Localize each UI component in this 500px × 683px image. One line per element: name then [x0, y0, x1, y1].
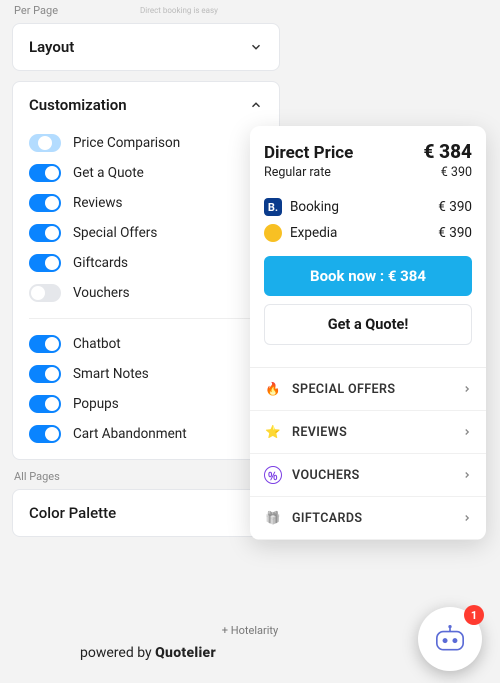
- toggle-row: Vouchers: [13, 278, 279, 308]
- regular-rate-value: € 390: [441, 165, 472, 180]
- feature-row[interactable]: 🎁 GIFTCARDS: [250, 497, 486, 540]
- feature-label: GIFTCARDS: [292, 511, 362, 526]
- preview-widget: Direct Price € 384 Regular rate € 390 B.…: [250, 126, 486, 540]
- ota-price: € 390: [438, 199, 472, 215]
- toggle-label: Popups: [73, 396, 119, 412]
- toggle-switch[interactable]: [29, 164, 61, 182]
- ota-name: Expedia: [290, 225, 337, 241]
- feature-icon: 🎁: [264, 509, 282, 527]
- toggle-label: Reviews: [73, 195, 123, 211]
- toggle-label: Chatbot: [73, 336, 121, 352]
- ota-name: Booking: [290, 199, 339, 215]
- powered-pre: powered by: [80, 645, 155, 661]
- direct-price-value: € 384: [423, 140, 472, 163]
- bot-icon: [433, 625, 467, 653]
- feature-icon: 🔥: [264, 380, 282, 398]
- chevron-up-icon: [249, 98, 263, 112]
- book-now-button[interactable]: Book now : € 384: [264, 256, 472, 296]
- toggle-switch[interactable]: [29, 224, 61, 242]
- color-palette-panel: Color Palette: [12, 489, 280, 537]
- toggle-row: Cart Abandonment: [13, 419, 279, 449]
- ota-list: B. Booking € 390 Expedia € 390: [264, 194, 472, 246]
- regular-rate-label: Regular rate: [264, 165, 331, 180]
- toggle-label: Vouchers: [73, 285, 130, 301]
- chevron-right-icon: [462, 513, 472, 523]
- feature-icon: ％: [264, 466, 282, 484]
- ota-icon: [264, 224, 282, 242]
- toggle-row: Reviews: [13, 188, 279, 218]
- chevron-right-icon: [462, 470, 472, 480]
- toggle-row: Giftcards: [13, 248, 279, 278]
- powered-by: powered by Quotelier: [80, 645, 216, 661]
- toggle-row: Popups: [13, 389, 279, 419]
- customization-title: Customization: [29, 96, 127, 114]
- feature-icon: ⭐: [264, 423, 282, 441]
- feature-label: VOUCHERS: [292, 468, 360, 483]
- layout-panel-header[interactable]: Layout: [13, 24, 279, 70]
- small-caption: Direct booking is easy: [140, 6, 218, 15]
- feature-row[interactable]: ⭐ REVIEWS: [250, 411, 486, 454]
- toggle-switch[interactable]: [29, 395, 61, 413]
- layout-title: Layout: [29, 38, 74, 56]
- chatbot-badge: 1: [464, 605, 484, 625]
- color-palette-header[interactable]: Color Palette: [13, 490, 279, 536]
- feature-label: REVIEWS: [292, 425, 347, 440]
- ota-row: Expedia € 390: [264, 220, 472, 246]
- powered-brand: Quotelier: [155, 645, 216, 661]
- chatbot-button[interactable]: 1: [418, 607, 482, 671]
- toggle-row: Special Offers: [13, 218, 279, 248]
- toggle-label: Giftcards: [73, 255, 128, 271]
- toggle-switch[interactable]: [29, 254, 61, 272]
- ota-icon: B.: [264, 198, 282, 216]
- toggle-switch[interactable]: [29, 365, 61, 383]
- feature-row[interactable]: 🔥 SPECIAL OFFERS: [250, 368, 486, 411]
- toggle-label: Special Offers: [73, 225, 157, 241]
- chevron-down-icon: [249, 40, 263, 54]
- customization-panel-header[interactable]: Customization: [13, 82, 279, 128]
- toggle-group-a: Price Comparison Get a Quote Reviews Specia…: [13, 128, 279, 308]
- feature-list: 🔥 SPECIAL OFFERS ⭐ REVIEWS ％ VOUCHERS 🎁 GIFTCAR…: [250, 367, 486, 540]
- ota-row: B. Booking € 390: [264, 194, 472, 220]
- chevron-right-icon: [462, 384, 472, 394]
- toggle-switch[interactable]: [29, 134, 61, 152]
- toggle-row: Price Comparison: [13, 128, 279, 158]
- get-quote-button[interactable]: Get a Quote!: [264, 304, 472, 345]
- toggle-label: Get a Quote: [73, 165, 144, 181]
- layout-panel: Layout: [12, 23, 280, 71]
- feature-row[interactable]: ％ VOUCHERS: [250, 454, 486, 497]
- toggle-label: Cart Abandonment: [73, 426, 187, 442]
- feature-label: SPECIAL OFFERS: [292, 382, 395, 397]
- ota-price: € 390: [438, 225, 472, 241]
- divider: [29, 318, 263, 319]
- toggle-row: Get a Quote: [13, 158, 279, 188]
- per-page-label: Per Page: [14, 4, 500, 17]
- direct-price-title: Direct Price: [264, 143, 353, 163]
- toggle-row: Smart Notes: [13, 359, 279, 389]
- toggle-row: Chatbot: [13, 329, 279, 359]
- toggle-switch[interactable]: [29, 284, 61, 302]
- toggle-switch[interactable]: [29, 335, 61, 353]
- chevron-right-icon: [462, 427, 472, 437]
- toggle-switch[interactable]: [29, 194, 61, 212]
- toggle-label: Price Comparison: [73, 135, 180, 151]
- toggle-group-b: Chatbot Smart Notes Popups Cart Abandonment: [13, 329, 279, 449]
- toggle-switch[interactable]: [29, 425, 61, 443]
- customization-panel: Customization Price Comparison Get a Quot…: [12, 81, 280, 460]
- color-palette-title: Color Palette: [29, 504, 116, 522]
- toggle-label: Smart Notes: [73, 366, 149, 382]
